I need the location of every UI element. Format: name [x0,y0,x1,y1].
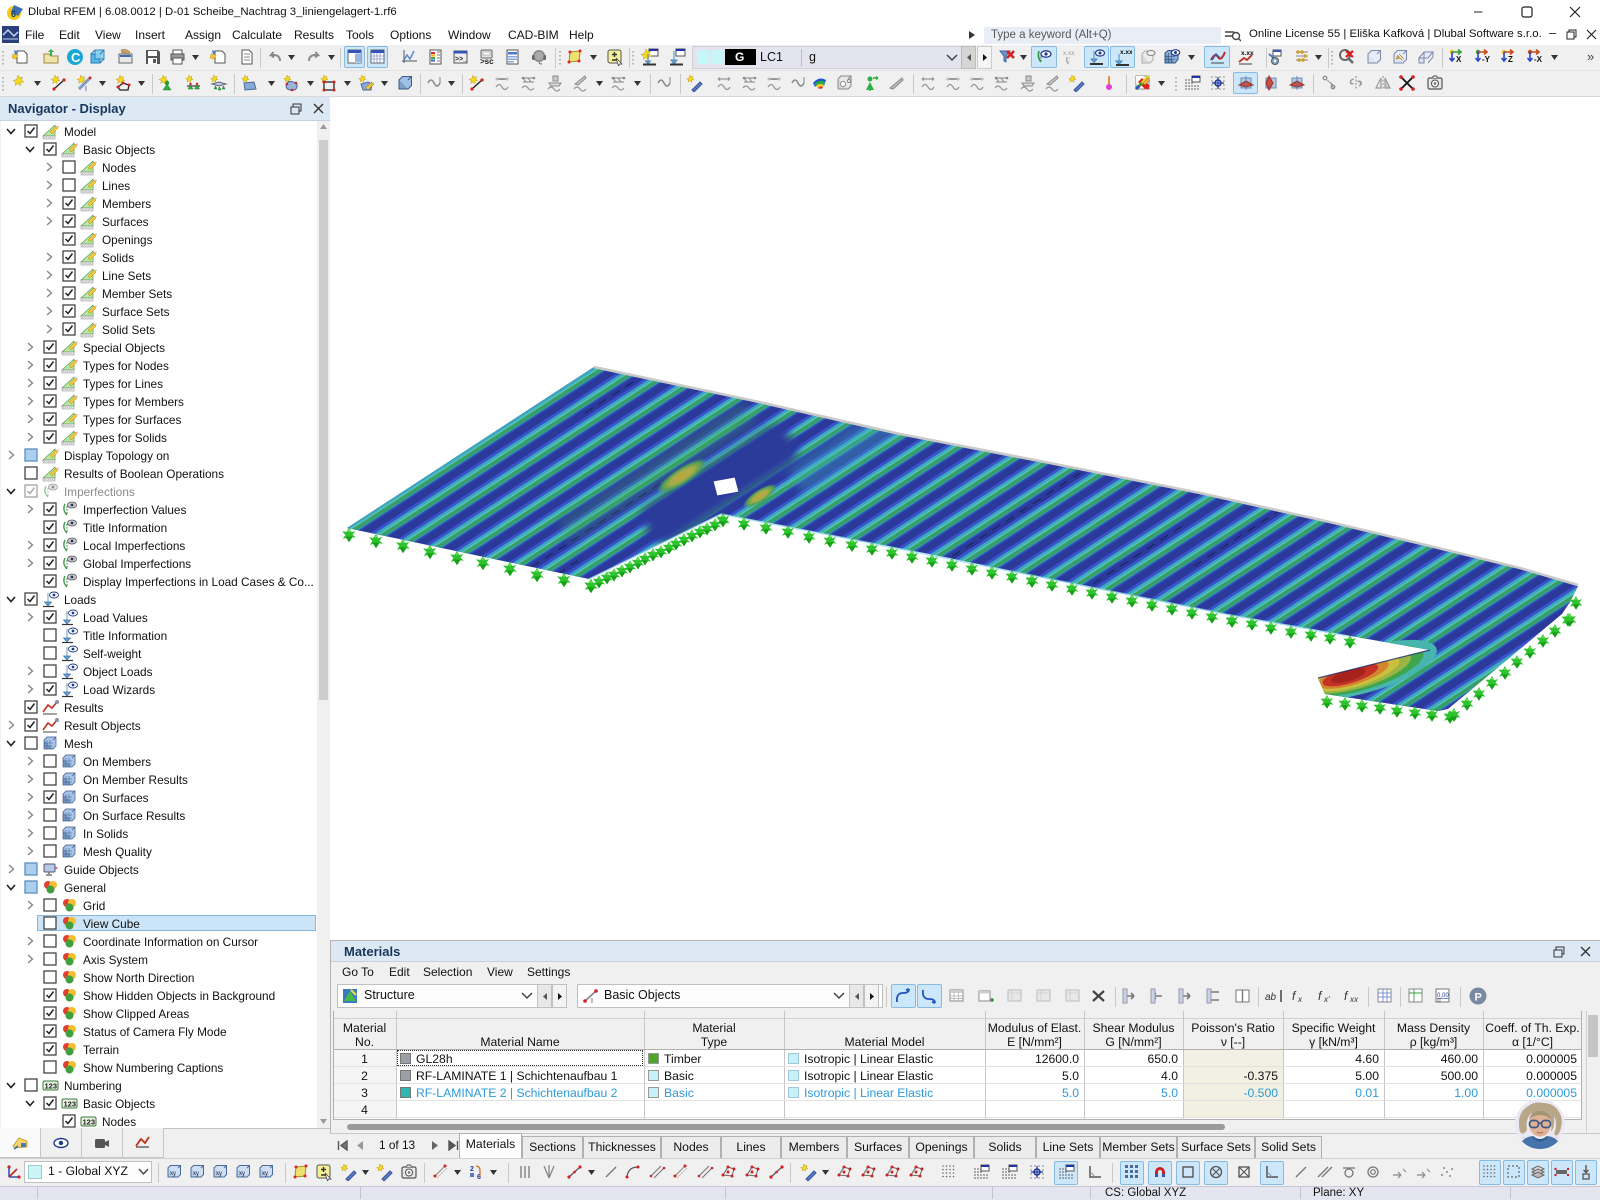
svg-text:f: f [1344,989,1349,1003]
svg-text:-X: -X [1534,55,1543,64]
svg-text:ab: ab [1265,992,1277,1003]
svg-text:I: I [85,86,87,92]
svg-text:xy: xy [193,1171,199,1177]
svg-text:xy: xy [170,1171,176,1177]
svg-text:Z: Z [1508,55,1513,64]
svg-text:x': x' [1323,995,1330,1004]
svg-text:xx: xx [1349,995,1359,1004]
svg-text:C: C [71,50,81,65]
svg-text:xy: xy [216,1171,222,1177]
svg-text:f: f [1292,989,1297,1003]
svg-text:0,00: 0,00 [1437,993,1449,999]
svg-text:P: P [1475,992,1482,1004]
svg-text:123: 123 [64,1100,77,1109]
svg-text:123: 123 [45,1082,58,1091]
svg-text:X: X [1456,55,1462,64]
svg-text:xy: xy [262,1171,268,1177]
svg-text:123: 123 [83,1118,96,1127]
svg-text:I: I [591,998,593,1004]
svg-text:-Y: -Y [1482,55,1491,64]
svg-text:x.xx: x.xx [1120,49,1132,56]
svg-text:6: 6 [11,9,16,19]
svg-text:2: 2 [470,1166,474,1173]
svg-text:x.xx: x.xx [1063,50,1075,57]
svg-text:>sc: >sc [480,57,494,66]
svg-text:xy: xy [239,1171,245,1177]
svg-text:f: f [1318,989,1323,1003]
svg-text:x: x [1297,995,1303,1004]
svg-text:>>_: >>_ [455,56,467,63]
